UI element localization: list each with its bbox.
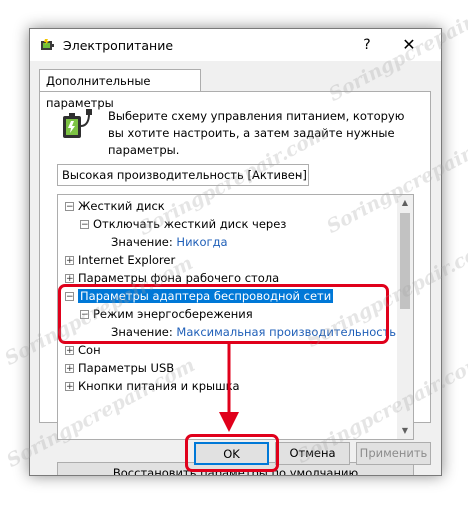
help-button[interactable]: ? xyxy=(356,34,378,56)
red-arrow-icon xyxy=(219,342,239,432)
expand-icon[interactable]: + xyxy=(65,274,74,284)
tree-item-turn-off-disk[interactable]: Отключать жесткий диск через xyxy=(93,215,286,233)
expand-icon[interactable]: + xyxy=(65,256,74,266)
tree-item-usb[interactable]: Параметры USB xyxy=(78,359,174,377)
setting-value-label: Значение: xyxy=(111,235,173,249)
collapse-icon[interactable]: − xyxy=(65,202,74,212)
close-button[interactable]: ✕ xyxy=(398,34,420,56)
scroll-down-icon[interactable]: ▼ xyxy=(397,423,413,439)
tree-item-internet-explorer[interactable]: Internet Explorer xyxy=(78,251,175,269)
power-scheme-value: Высокая производительность [Активен] xyxy=(62,168,307,182)
title-bar: Электропитание ? ✕ xyxy=(30,29,441,61)
tree-item-disk-value-row[interactable]: Значение: Никогда xyxy=(111,233,228,251)
scrollbar-thumb[interactable] xyxy=(400,213,410,309)
scroll-up-icon[interactable]: ▲ xyxy=(397,195,413,211)
power-options-icon xyxy=(41,39,54,50)
collapse-icon[interactable]: − xyxy=(80,220,89,230)
highlight-wireless-adapter-box xyxy=(58,284,389,344)
vertical-scrollbar[interactable]: ▲ ▼ xyxy=(397,195,413,439)
window-title: Электропитание xyxy=(63,38,174,53)
highlight-ok-button-box xyxy=(185,434,279,472)
chevron-down-icon: ⌄ xyxy=(294,167,304,180)
power-scheme-select[interactable]: Высокая производительность [Активен] ⌄ xyxy=(57,164,309,186)
setting-value-link[interactable]: Никогда xyxy=(176,235,227,249)
cancel-button[interactable]: Отмена xyxy=(275,442,350,465)
tree-item-hard-disk[interactable]: Жесткий диск xyxy=(78,197,165,215)
expand-icon[interactable]: + xyxy=(65,364,74,374)
apply-button: Применить xyxy=(356,442,431,465)
expand-icon[interactable]: + xyxy=(65,382,74,392)
expand-icon[interactable]: + xyxy=(65,346,74,356)
instructions-text: Выберите схему управления питанием, кото… xyxy=(108,109,405,157)
tab-advanced-settings[interactable]: Дополнительные параметры xyxy=(39,69,201,110)
